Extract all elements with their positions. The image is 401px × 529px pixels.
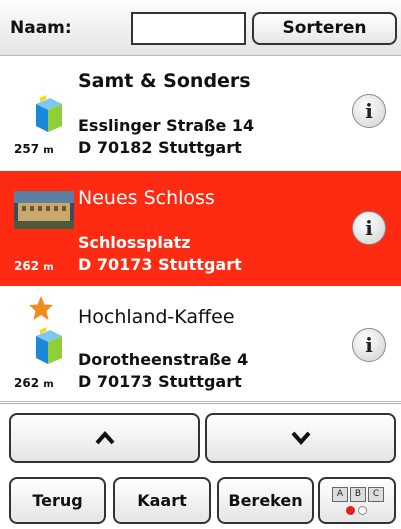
info-button[interactable]: i bbox=[352, 94, 386, 128]
name-label: Naam: bbox=[10, 18, 72, 38]
poi-distance: 257 m bbox=[14, 142, 54, 156]
poi-street: Esslinger Straße 14 bbox=[78, 116, 255, 135]
keyboard-key-a: A bbox=[332, 487, 348, 502]
keyboard-key-b: B bbox=[350, 487, 366, 502]
calculate-route-button[interactable]: Bereken bbox=[217, 477, 314, 524]
poi-city: D 70173 Stuttgart bbox=[78, 372, 242, 391]
record-dot-icon bbox=[346, 506, 355, 515]
favorite-star-icon bbox=[29, 296, 53, 320]
list-item-selected[interactable]: Neues Schloss Schlossplatz D 70173 Stutt… bbox=[0, 171, 401, 286]
poi-name: Neues Schloss bbox=[78, 187, 215, 209]
info-icon: i bbox=[365, 99, 373, 123]
info-icon: i bbox=[365, 333, 373, 357]
list-item[interactable]: Hochland-Kaffee Dorotheenstraße 4 D 7017… bbox=[0, 286, 401, 402]
bottom-toolbar: Terug Kaart Bereken A B C bbox=[0, 403, 401, 529]
info-button[interactable]: i bbox=[352, 328, 386, 362]
poi-distance: 262 m bbox=[14, 376, 54, 390]
back-button[interactable]: Terug bbox=[9, 477, 106, 524]
shop-cube-icon bbox=[36, 327, 62, 364]
poi-city: D 70173 Stuttgart bbox=[78, 255, 242, 274]
info-icon: i bbox=[365, 216, 373, 240]
list-item[interactable]: Samt & Sonders Esslinger Straße 14 D 701… bbox=[0, 56, 401, 172]
keyboard-key-c: C bbox=[368, 487, 384, 502]
poi-street: Dorotheenstraße 4 bbox=[78, 350, 249, 369]
poi-city: D 70182 Stuttgart bbox=[78, 138, 242, 157]
search-header: Naam: Sorteren bbox=[0, 0, 401, 56]
radio-dot-icon bbox=[358, 506, 367, 515]
poi-name: Hochland-Kaffee bbox=[78, 306, 235, 328]
scroll-up-button[interactable] bbox=[9, 413, 200, 463]
sort-button[interactable]: Sorteren bbox=[252, 12, 397, 45]
shop-cube-icon bbox=[36, 95, 62, 132]
name-search-input[interactable] bbox=[131, 12, 246, 45]
poi-name: Samt & Sonders bbox=[78, 70, 251, 92]
palace-photo-icon bbox=[14, 191, 74, 229]
poi-distance: 262 m bbox=[14, 259, 54, 273]
info-button[interactable]: i bbox=[352, 211, 386, 245]
keyboard-toggle-button[interactable]: A B C bbox=[318, 477, 396, 524]
chevron-down-icon bbox=[291, 431, 310, 445]
map-button[interactable]: Kaart bbox=[113, 477, 211, 524]
poi-street: Schlossplatz bbox=[78, 233, 191, 252]
chevron-up-icon bbox=[95, 431, 114, 445]
scroll-down-button[interactable] bbox=[205, 413, 396, 463]
